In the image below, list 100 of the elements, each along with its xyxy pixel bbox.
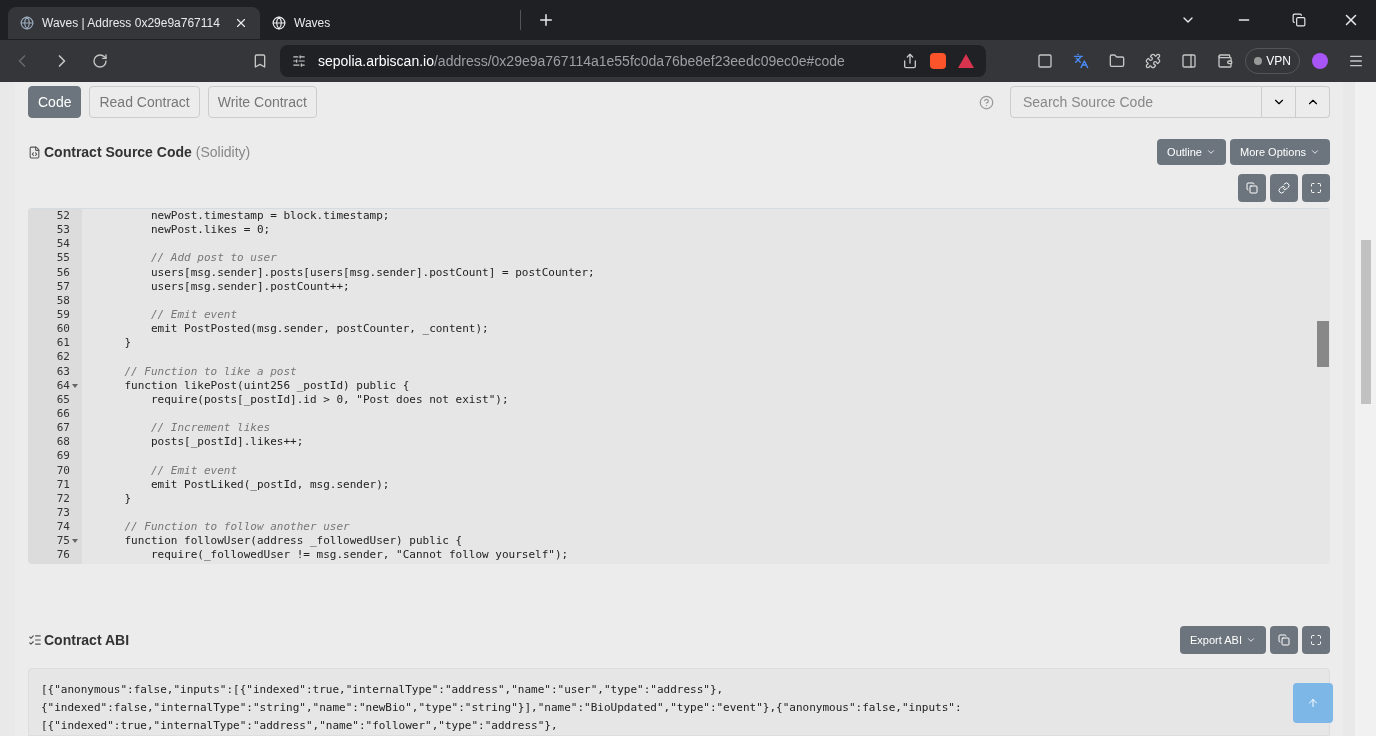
code-comment: // Increment likes xyxy=(149,421,271,436)
dropdown-button[interactable]: Outline xyxy=(1157,139,1226,165)
line-number: 52 xyxy=(55,209,70,224)
fullscreen-icon xyxy=(1310,182,1322,194)
profile-avatar[interactable] xyxy=(1312,53,1328,69)
line-number: 70 xyxy=(55,463,70,478)
code-line: emit PostLiked(_postId, msg.sender); xyxy=(149,477,390,492)
arrow-up-icon xyxy=(1307,697,1319,709)
caret-icon xyxy=(1310,147,1320,157)
triangle-icon[interactable] xyxy=(958,54,974,68)
copy-icon xyxy=(1246,182,1258,194)
line-number: 60 xyxy=(55,322,70,337)
line-number: 75 xyxy=(55,534,70,549)
translate-icon[interactable] xyxy=(1073,53,1090,69)
contract-tab[interactable]: Read Contract xyxy=(89,86,200,118)
bookmark-icon[interactable] xyxy=(252,53,268,69)
link-icon xyxy=(1278,182,1290,194)
close-icon[interactable] xyxy=(234,16,248,30)
line-number: 71 xyxy=(55,477,70,492)
line-number: 59 xyxy=(55,308,70,323)
folder-icon[interactable] xyxy=(1109,53,1126,69)
line-number: 54 xyxy=(55,237,70,252)
line-number: 66 xyxy=(55,407,70,422)
line-number: 61 xyxy=(55,336,70,351)
help-icon[interactable] xyxy=(979,94,994,110)
line-number: 53 xyxy=(55,223,70,238)
new-tab-icon[interactable] xyxy=(537,11,555,29)
code-line: } xyxy=(123,491,132,506)
export-abi-button[interactable]: Export ABI xyxy=(1180,626,1266,654)
caret-icon xyxy=(1246,635,1256,645)
line-number: 73 xyxy=(55,506,70,520)
code-comment: // Function to like a post xyxy=(123,364,297,379)
code-line: posts[_postId].likes++; xyxy=(149,435,304,450)
line-number: 69 xyxy=(55,449,70,464)
line-number: 74 xyxy=(55,520,70,535)
copy-icon xyxy=(1278,634,1290,646)
file-code-icon xyxy=(28,145,41,159)
section-title: Contract ABI xyxy=(44,630,130,650)
line-number: 57 xyxy=(55,279,70,294)
code-comment: // Emit event xyxy=(149,463,238,478)
browser-tab[interactable]: Waves | Address 0x29e9a767114 xyxy=(8,7,260,39)
fullscreen-button[interactable] xyxy=(1302,174,1330,202)
code-line: require(posts[_postId].id > 0, "Post does not exist"); xyxy=(149,392,509,407)
contract-tab[interactable]: Code xyxy=(28,86,82,118)
fullscreen-button[interactable] xyxy=(1302,626,1330,654)
abi-text: [{"indexed":true,"internalType":"address","name":"follower","type":"address"}, xyxy=(41,718,558,734)
reader-icon[interactable] xyxy=(1037,53,1054,69)
fullscreen-icon xyxy=(1310,634,1322,646)
tab-title: Waves xyxy=(294,15,332,32)
browser-tab[interactable]: Waves xyxy=(260,7,512,39)
fold-icon[interactable] xyxy=(72,383,78,388)
contract-tab[interactable]: Write Contract xyxy=(207,86,317,118)
share-icon[interactable] xyxy=(902,53,918,69)
code-line: require(_followedUser != msg.sender, "Cannot follow yourself"); xyxy=(149,548,569,563)
reload-icon[interactable] xyxy=(92,53,108,69)
code-line: emit PostPosted(msg.sender, postCounter, _content); xyxy=(149,322,489,337)
extensions-icon[interactable] xyxy=(1145,53,1162,69)
link-button[interactable] xyxy=(1270,174,1298,202)
line-number: 76 xyxy=(55,548,70,563)
copy-button[interactable] xyxy=(1238,174,1266,202)
restore-icon[interactable] xyxy=(1292,13,1306,27)
globe-icon xyxy=(272,16,286,30)
list-icon xyxy=(28,633,42,647)
site-icon xyxy=(20,16,34,30)
wallet-icon[interactable] xyxy=(1217,53,1234,69)
code-line: function followUser(address _followedUser) public { xyxy=(123,534,463,549)
section-title: Contract Source Code xyxy=(44,142,192,162)
line-number: 64 xyxy=(55,378,70,393)
caret-icon xyxy=(1205,147,1216,157)
line-number: 55 xyxy=(55,251,70,266)
code-line: users[msg.sender].posts[users[msg.sender].postCount] = postCounter; xyxy=(149,265,595,280)
line-number: 68 xyxy=(55,435,70,450)
url-text: sepolia.arbiscan.io/address/0x29e9a767114a1e55fc0da76be8ef23eedc09ec0e#code xyxy=(318,51,846,71)
fold-icon[interactable] xyxy=(72,539,78,544)
code-line: users[msg.sender].postCount++; xyxy=(149,279,350,294)
line-number: 72 xyxy=(55,491,70,506)
tab-title: Waves | Address 0x29e9a767114 xyxy=(42,15,221,32)
code-line: } xyxy=(123,336,132,351)
menu-icon[interactable] xyxy=(1348,53,1364,69)
code-comment: // Add post to user xyxy=(149,251,277,266)
site-settings-icon xyxy=(292,54,306,68)
abi-text: [{"anonymous":false,"inputs":[{"indexed":true,"internalType":"address","name":"user","type":"address"}, xyxy=(41,682,724,698)
line-number: 62 xyxy=(55,350,70,365)
page-scrollbar[interactable] xyxy=(1355,82,1376,736)
code-comment: // Emit event xyxy=(149,308,238,323)
code-line: newPost.likes = 0; xyxy=(149,223,271,238)
search-field[interactable]: Search Source Code xyxy=(1010,86,1262,118)
line-number: 63 xyxy=(55,364,70,379)
code-comment: // Function to follow another user xyxy=(123,520,350,535)
line-number: 56 xyxy=(55,265,70,280)
address-bar[interactable]: sepolia.arbiscan.io/address/0x29e9a767114a1e55fc0da76be8ef23eedc09ec0e#code xyxy=(280,45,986,77)
copy-button[interactable] xyxy=(1270,626,1298,654)
code-line: newPost.timestamp = block.timestamp; xyxy=(149,209,390,224)
line-number: 67 xyxy=(55,421,70,436)
line-number: 65 xyxy=(55,392,70,407)
dropdown-button[interactable]: More Options xyxy=(1229,139,1330,165)
code-line: function likePost(uint256 _postId) public { xyxy=(123,378,410,393)
sidebar-icon[interactable] xyxy=(1181,53,1198,69)
line-number: 58 xyxy=(55,293,70,308)
language-label: (Solidity) xyxy=(195,142,251,162)
